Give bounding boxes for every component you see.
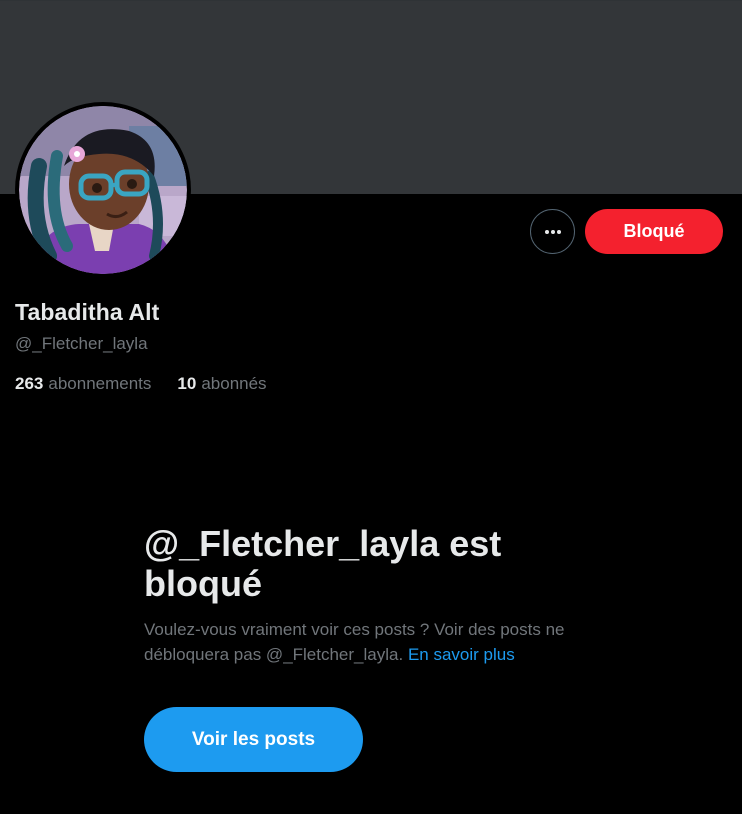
following-label: abonnements bbox=[48, 374, 152, 393]
profile-stats: 263 abonnements 10 abonnés bbox=[15, 374, 267, 394]
blocked-description: Voulez-vous vraiment voir ces posts ? Vo… bbox=[144, 617, 604, 667]
blocked-title: @_Fletcher_layla est bloqué bbox=[144, 523, 502, 604]
followers-count: 10 bbox=[177, 374, 197, 393]
avatar[interactable] bbox=[19, 106, 187, 274]
profile-handle: @_Fletcher_layla bbox=[15, 334, 148, 353]
avatar-frame[interactable] bbox=[15, 102, 191, 278]
following-count: 263 bbox=[15, 374, 44, 393]
learn-more-link[interactable]: En savoir plus bbox=[408, 645, 515, 664]
profile-display-name: Tabaditha Alt bbox=[15, 299, 160, 325]
following-link[interactable]: 263 abonnements bbox=[15, 374, 151, 394]
view-posts-button[interactable]: Voir les posts bbox=[144, 707, 363, 772]
more-horizontal-icon bbox=[544, 229, 561, 234]
blocked-notice: @_Fletcher_layla est bloqué Voulez-vous … bbox=[144, 524, 614, 667]
more-options-button[interactable] bbox=[530, 209, 575, 254]
followers-link[interactable]: 10 abonnés bbox=[177, 374, 266, 394]
profile-page: Bloqué Tabaditha Alt @_Fletcher_layla 26… bbox=[0, 0, 742, 814]
blocked-button[interactable]: Bloqué bbox=[585, 209, 723, 254]
followers-label: abonnés bbox=[201, 374, 267, 393]
